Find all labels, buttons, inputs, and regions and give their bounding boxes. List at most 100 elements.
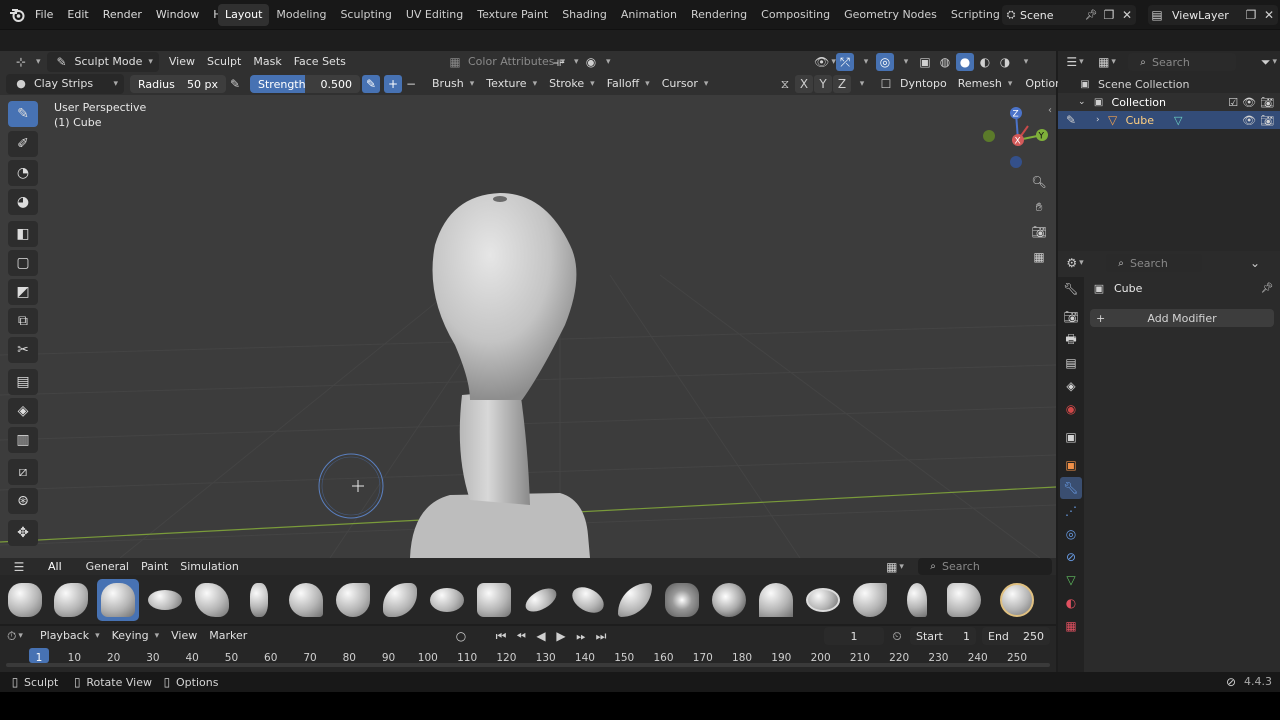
brush-asset[interactable] bbox=[567, 579, 609, 621]
mesh-filter-tool-icon[interactable]: ▤ bbox=[8, 369, 38, 395]
menu-edit[interactable]: Edit bbox=[60, 4, 95, 26]
direction-subtract-icon[interactable]: − bbox=[402, 75, 420, 93]
sidebar-toggle-icon[interactable]: ‹ bbox=[1048, 105, 1052, 116]
mask-by-color-tool-icon[interactable]: ⊛ bbox=[8, 488, 38, 514]
pin-icon[interactable]: 📌︎ bbox=[1082, 6, 1100, 24]
brush-asset[interactable] bbox=[473, 579, 515, 621]
tool-tab-icon[interactable]: 🔧︎ bbox=[1060, 278, 1082, 300]
mask-brush-tool-icon[interactable]: ◔ bbox=[8, 160, 38, 186]
brush-selector[interactable]: ● Clay Strips bbox=[6, 74, 124, 94]
shelf-menu-icon[interactable]: ☰ bbox=[10, 558, 28, 576]
menu-falloff[interactable]: Falloff bbox=[601, 74, 656, 94]
3d-viewport[interactable]: User Perspective (1) Cube Z Y X 🔍︎ ✋︎ 📷︎… bbox=[0, 95, 1056, 558]
cube-object-row[interactable]: ✎ › ▽ Cube ▽ 👁︎ 📷︎ bbox=[1058, 111, 1280, 129]
constraints-tab-icon[interactable]: ⊘ bbox=[1060, 546, 1082, 568]
options-chevron-icon[interactable]: ⌄ bbox=[1246, 254, 1264, 272]
new-scene-icon[interactable]: ❐ bbox=[1100, 6, 1118, 24]
hide-eye-icon[interactable]: 👁︎ bbox=[1242, 96, 1256, 109]
menu-cursor[interactable]: Cursor bbox=[656, 74, 715, 94]
tab-compositing[interactable]: Compositing bbox=[754, 4, 837, 26]
gizmo-icon[interactable]: ⤱ bbox=[836, 53, 854, 71]
box-face-set-tool-icon[interactable]: ◩ bbox=[8, 279, 38, 305]
tab-shading[interactable]: Shading bbox=[555, 4, 614, 26]
shelf-tab-paint[interactable]: Paint bbox=[135, 557, 174, 577]
brush-asset[interactable] bbox=[943, 579, 985, 621]
brush-asset[interactable] bbox=[661, 579, 703, 621]
include-checkbox[interactable]: ☑ bbox=[1228, 96, 1238, 109]
edit-mode-icon[interactable]: ✎ bbox=[1062, 111, 1080, 129]
shading-dropdown-icon[interactable] bbox=[1016, 53, 1034, 71]
strength-pressure-icon[interactable]: ✎ bbox=[362, 75, 380, 93]
brush-tool-icon[interactable]: ✎ bbox=[8, 101, 38, 127]
expand-arrow-icon[interactable]: ⌄ bbox=[1078, 97, 1086, 107]
move-tool-icon[interactable]: ✥ bbox=[8, 520, 38, 546]
menu-playback[interactable]: Playback bbox=[34, 626, 106, 646]
brush-asset[interactable] bbox=[238, 579, 280, 621]
symmetry-x-toggle[interactable]: X bbox=[795, 75, 813, 93]
brush-asset[interactable] bbox=[50, 579, 92, 621]
scene-selector[interactable]: ⛭ Scene 📌︎ ❐ ✕ bbox=[1002, 5, 1136, 25]
physics-tab-icon[interactable]: ◎ bbox=[1060, 523, 1082, 545]
outliner-editor-icon[interactable]: ☰ bbox=[1066, 53, 1084, 71]
brush-asset[interactable] bbox=[520, 579, 562, 621]
menu-view[interactable]: View bbox=[163, 52, 201, 72]
end-frame-field[interactable]: End 250 bbox=[982, 627, 1050, 645]
render-camera-icon[interactable]: 📷︎ bbox=[1260, 114, 1274, 127]
object-tab-icon[interactable]: ▣ bbox=[1060, 454, 1082, 476]
jump-end-icon[interactable]: ⏭︎ bbox=[592, 627, 610, 645]
solid-shading-icon[interactable]: ● bbox=[956, 53, 974, 71]
new-view-layer-icon[interactable]: ❐ bbox=[1242, 6, 1260, 24]
blender-logo-icon[interactable] bbox=[6, 6, 28, 24]
direction-add-icon[interactable]: + bbox=[384, 75, 402, 93]
brush-asset[interactable] bbox=[896, 579, 938, 621]
stopwatch-icon[interactable]: ⏲︎ bbox=[888, 627, 906, 645]
brush-asset[interactable] bbox=[996, 579, 1038, 621]
brush-asset-clay-strips[interactable] bbox=[97, 579, 139, 621]
start-frame-field[interactable]: Start 1 bbox=[910, 627, 976, 645]
menu-render[interactable]: Render bbox=[96, 4, 149, 26]
strength-field[interactable]: Strength 0.500 bbox=[250, 75, 360, 93]
navigation-gizmo[interactable]: Z Y X bbox=[976, 100, 1052, 172]
data-tab-icon[interactable]: ▽ bbox=[1060, 569, 1082, 591]
add-modifier-button[interactable]: + Add Modifier bbox=[1090, 309, 1274, 327]
collection-tab-icon[interactable]: ▣ bbox=[1060, 426, 1082, 448]
brush-asset[interactable] bbox=[708, 579, 750, 621]
dyntopo-checkbox[interactable]: ☐ bbox=[877, 75, 895, 93]
visibility-icon[interactable]: 👁︎ bbox=[814, 53, 834, 71]
overlays-icon[interactable]: ◎ bbox=[876, 53, 894, 71]
texture-tab-icon[interactable]: ▦ bbox=[1060, 615, 1082, 637]
tab-layout[interactable]: Layout bbox=[218, 4, 270, 26]
brush-asset[interactable] bbox=[4, 579, 46, 621]
pan-hand-icon[interactable]: ✋︎ bbox=[1028, 196, 1050, 218]
delete-scene-icon[interactable]: ✕ bbox=[1118, 6, 1136, 24]
color-filter-tool-icon[interactable]: ▥ bbox=[8, 427, 38, 453]
brush-asset[interactable] bbox=[144, 579, 186, 621]
filter-icon[interactable]: ⏷ bbox=[1260, 53, 1278, 71]
brush-asset[interactable] bbox=[332, 579, 374, 621]
rendered-shading-icon[interactable]: ◑ bbox=[996, 53, 1014, 71]
delete-view-layer-icon[interactable]: ✕ bbox=[1260, 6, 1278, 24]
mode-selector[interactable]: ✎ Sculpt Mode bbox=[46, 52, 159, 72]
pin-icon[interactable]: 📌︎ bbox=[1258, 279, 1276, 297]
properties-search-input[interactable]: ⌕ Search bbox=[1106, 254, 1202, 272]
menu-sculpt[interactable]: Sculpt bbox=[201, 52, 247, 72]
tab-rendering[interactable]: Rendering bbox=[684, 4, 754, 26]
properties-editor-icon[interactable]: ⚙ bbox=[1066, 254, 1084, 272]
wireframe-shading-icon[interactable]: ◍ bbox=[936, 53, 954, 71]
tab-uv-editing[interactable]: UV Editing bbox=[399, 4, 470, 26]
menu-mask[interactable]: Mask bbox=[247, 52, 287, 72]
menu-window[interactable]: Window bbox=[149, 4, 206, 26]
box-hide-tool-icon[interactable]: ▢ bbox=[8, 250, 38, 276]
render-camera-icon[interactable]: 📷︎ bbox=[1260, 96, 1274, 109]
zoom-icon[interactable]: 🔍︎ bbox=[1028, 171, 1050, 193]
modifier-tab-icon[interactable]: 🔧︎ bbox=[1060, 477, 1082, 499]
paint-brush-tool-icon[interactable]: ✐ bbox=[8, 131, 38, 157]
tab-animation[interactable]: Animation bbox=[614, 4, 684, 26]
scene-collection-row[interactable]: ▣ Scene Collection bbox=[1058, 75, 1280, 93]
snap-dropdown[interactable]: ◉ bbox=[576, 52, 617, 72]
tab-texture-paint[interactable]: Texture Paint bbox=[470, 4, 555, 26]
material-tab-icon[interactable]: ◐ bbox=[1060, 592, 1082, 614]
xray-icon[interactable]: ▣ bbox=[916, 53, 934, 71]
tab-scripting[interactable]: Scripting bbox=[944, 4, 1007, 26]
symmetry-y-toggle[interactable]: Y bbox=[814, 75, 832, 93]
